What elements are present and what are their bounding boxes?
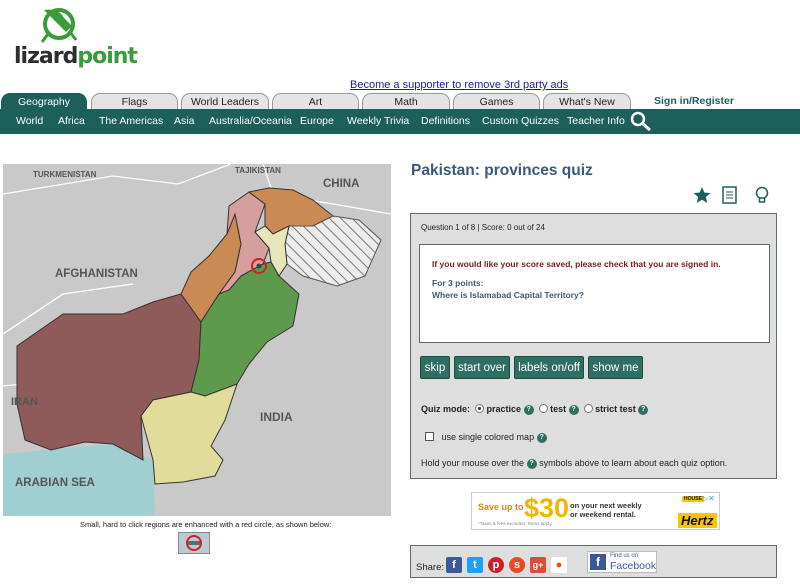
tab-math[interactable]: Math xyxy=(362,93,450,110)
tab-games[interactable]: Games xyxy=(453,93,540,110)
nav-weekly-trivia[interactable]: Weekly Trivia xyxy=(347,109,409,134)
star-icon[interactable] xyxy=(692,185,712,205)
ad-tag: HOUSE xyxy=(682,496,704,502)
nav-teacher-info[interactable]: Teacher Info xyxy=(567,109,625,134)
tab-geography[interactable]: Geography xyxy=(1,93,87,110)
help-icon-single-color[interactable]: ? xyxy=(536,433,547,443)
label-tajikistan: TAJIKISTAN xyxy=(235,166,281,175)
mode-strict-test-radio[interactable] xyxy=(583,404,593,413)
example-circle-icon xyxy=(186,535,202,551)
tab-art[interactable]: Art xyxy=(272,93,359,110)
signin-link[interactable]: Sign in/Register xyxy=(654,95,734,107)
region-disputed xyxy=(284,215,382,287)
quiz-mode-row: Quiz mode: practice ? test ? strict test… xyxy=(421,404,649,415)
hint-text-a: Hold your mouse over the xyxy=(421,458,525,468)
nav-africa[interactable]: Africa xyxy=(58,109,85,134)
nav-world[interactable]: World xyxy=(16,109,43,134)
label-india: INDIA xyxy=(260,410,293,424)
points-label: For 3 points: xyxy=(432,278,484,288)
ad-brand-logo: Hertz xyxy=(678,513,717,528)
ad-copy: on your next weekly or weekend rental. xyxy=(570,501,642,519)
lightbulb-icon[interactable] xyxy=(752,185,772,205)
mode-practice-radio[interactable] xyxy=(475,404,485,413)
question-text: Where is Islamabad Capital Territory? xyxy=(432,290,584,300)
label-arabian-sea: ARABIAN SEA xyxy=(15,477,95,489)
islamabad-region[interactable] xyxy=(256,263,262,269)
hint-text-b: symbols above to learn about each quiz o… xyxy=(539,458,728,468)
ad-line-1: on your next weekly xyxy=(570,501,642,510)
lizard-icon xyxy=(40,8,78,43)
nav-australia-oceania[interactable]: Australia/Oceania xyxy=(209,109,292,134)
single-color-row: use single colored map ? xyxy=(425,432,547,443)
tab-flags[interactable]: Flags xyxy=(91,93,178,110)
nav-europe[interactable]: Europe xyxy=(300,109,334,134)
facebook-text: Facebook xyxy=(610,560,657,572)
hint-row: Hold your mouse over the ? symbols above… xyxy=(421,458,727,469)
quiz-progress: Question 1 of 8 | Score: 0 out of 24 xyxy=(421,223,545,232)
ad-save-text: Save up to xyxy=(478,502,524,512)
ad-choices-icon[interactable]: ▷✕ xyxy=(702,494,715,503)
ad-amount: $30 xyxy=(524,493,570,523)
labels-toggle-button[interactable]: labels on/off xyxy=(514,356,584,379)
map-caption: Small, hard to click regions are enhance… xyxy=(80,520,332,529)
help-icon-practice[interactable]: ? xyxy=(523,405,534,415)
lizardpoint-logo[interactable]: lizardpoint xyxy=(14,4,138,69)
mode-test-radio[interactable] xyxy=(538,404,548,413)
google-plus-share-icon[interactable]: g+ xyxy=(530,557,546,573)
pinterest-share-icon[interactable]: p xyxy=(488,557,504,573)
quiz-panel: Question 1 of 8 | Score: 0 out of 24 If … xyxy=(410,213,777,479)
nav-asia[interactable]: Asia xyxy=(174,109,194,134)
start-over-button[interactable]: start over xyxy=(454,356,510,379)
find-us-text: Find us on xyxy=(610,553,639,559)
show-me-button[interactable]: show me xyxy=(588,356,643,379)
twitter-share-icon[interactable]: t xyxy=(467,557,483,573)
label-turkmenistan: TURKMENISTAN xyxy=(33,170,97,179)
facebook-share-icon[interactable]: f xyxy=(446,557,462,573)
nav-americas[interactable]: The Americas xyxy=(99,109,163,134)
mode-test-label[interactable]: test xyxy=(550,404,566,414)
quiz-map[interactable]: TURKMENISTAN TAJIKISTAN CHINA AFGHANISTA… xyxy=(3,164,391,516)
quiz-mode-label: Quiz mode: xyxy=(421,404,470,414)
help-icon-test[interactable]: ? xyxy=(568,405,579,415)
reddit-share-icon[interactable]: ● xyxy=(551,557,567,573)
worksheet-icon[interactable] xyxy=(720,185,740,205)
facebook-icon: f xyxy=(590,554,606,570)
logo-wordmark: lizardpoint xyxy=(14,44,138,69)
mode-strict-test-label[interactable]: strict test xyxy=(595,404,636,414)
region-sindh[interactable] xyxy=(140,383,238,485)
share-label: Share: xyxy=(416,562,444,573)
label-china: CHINA xyxy=(323,178,360,190)
help-icon-strict-test[interactable]: ? xyxy=(638,405,649,415)
single-color-checkbox[interactable] xyxy=(425,432,434,441)
stumbleupon-share-icon[interactable]: s xyxy=(509,557,525,573)
small-region-example-image xyxy=(178,532,210,554)
nav-bar: World Africa The Americas Asia Australia… xyxy=(0,109,800,134)
pakistan-map-svg[interactable] xyxy=(3,164,391,516)
supporter-link[interactable]: Become a supporter to remove 3rd party a… xyxy=(350,79,568,91)
facebook-find-us-button[interactable]: f Find us on Facebook xyxy=(587,551,657,573)
nav-definitions[interactable]: Definitions xyxy=(421,109,470,134)
help-icon-hint: ? xyxy=(526,459,537,469)
skip-button[interactable]: skip xyxy=(420,356,450,379)
hertz-ad-banner[interactable]: Save up to $30 on your next weekly or we… xyxy=(471,492,720,530)
single-color-label[interactable]: use single colored map xyxy=(442,432,535,442)
ad-line-2: or weekend rental. xyxy=(570,510,636,519)
question-box: If you would like your score saved, plea… xyxy=(419,244,770,343)
page: lizardpoint Become a supporter to remove… xyxy=(0,0,800,588)
label-afghanistan: AFGHANISTAN xyxy=(55,268,138,280)
tab-world-leaders[interactable]: World Leaders xyxy=(181,93,269,110)
nav-custom-quizzes[interactable]: Custom Quizzes xyxy=(482,109,559,134)
signin-warning: If you would like your score saved, plea… xyxy=(432,259,721,269)
logo-word-lizard: lizard xyxy=(14,44,78,69)
logo-word-point: point xyxy=(77,44,138,69)
label-iran: IRAN xyxy=(11,396,38,408)
search-icon[interactable] xyxy=(629,110,653,132)
quiz-title: Pakistan: provinces quiz xyxy=(411,162,593,179)
mode-practice-label[interactable]: practice xyxy=(487,404,522,414)
tab-whats-new[interactable]: What's New xyxy=(543,93,631,110)
ad-fine-print: *Taxes & fees excluded. Terms apply. xyxy=(478,521,553,526)
share-bar: Share: f t p s g+ ● f Find us on Faceboo… xyxy=(410,545,777,578)
